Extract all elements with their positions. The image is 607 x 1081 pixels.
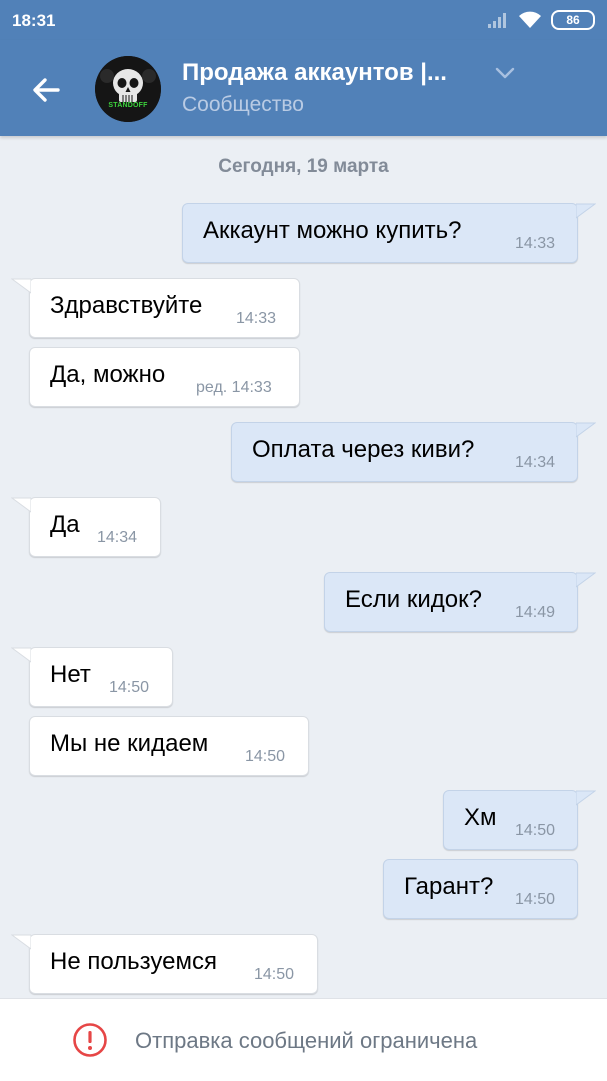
message-text: Гарант? bbox=[404, 873, 494, 900]
message-text: Нет bbox=[50, 661, 91, 688]
warning-icon bbox=[73, 1023, 107, 1057]
bubble-tail bbox=[11, 278, 31, 294]
message-incoming[interactable]: Да, можно ред. 14:33 bbox=[29, 347, 300, 407]
message-time: 14:50 bbox=[109, 679, 150, 696]
message-text: Аккаунт можно купить? bbox=[203, 217, 462, 244]
bubble-tail bbox=[576, 422, 596, 438]
message-text: Хм bbox=[464, 804, 497, 831]
bubble-tail bbox=[576, 790, 596, 806]
bubble-tail bbox=[11, 934, 31, 950]
date-separator: Сегодня, 19 марта bbox=[218, 156, 389, 177]
battery-icon: 86 bbox=[551, 10, 595, 30]
message-outgoing[interactable]: Оплата через киви? 14:34 bbox=[231, 422, 596, 482]
restriction-text: Отправка сообщений ограничена bbox=[135, 1028, 478, 1053]
chat-header: STANDOFF Продажа аккаунтов |... Сообщест… bbox=[0, 40, 607, 136]
message-time: ред. 14:33 bbox=[196, 379, 272, 396]
message-text: Мы не кидаем bbox=[50, 730, 209, 757]
bubble-tail bbox=[576, 203, 596, 219]
message-incoming[interactable]: Не пользуемся 14:50 bbox=[11, 934, 318, 994]
message-incoming[interactable]: Да 14:34 bbox=[11, 497, 161, 557]
message-incoming[interactable]: Нет 14:50 bbox=[11, 647, 173, 707]
community-avatar[interactable]: STANDOFF bbox=[95, 56, 161, 122]
chat-title[interactable]: Продажа аккаунтов |... bbox=[182, 59, 482, 87]
message-time: 14:50 bbox=[515, 891, 556, 908]
chat-subtitle: Сообщество bbox=[182, 93, 304, 116]
message-incoming[interactable]: Мы не кидаем 14:50 bbox=[29, 716, 309, 776]
message-time: 14:50 bbox=[515, 822, 556, 839]
bubble-tail bbox=[11, 497, 31, 513]
chevron-down-icon[interactable] bbox=[494, 66, 516, 80]
status-bar: 18:31 86 bbox=[0, 0, 607, 40]
message-text: Здравствуйте bbox=[50, 292, 203, 319]
message-outgoing[interactable]: Хм 14:50 bbox=[443, 790, 596, 850]
message-outgoing[interactable]: Гарант? 14:50 bbox=[383, 859, 578, 919]
composer-restricted-bar: Отправка сообщений ограничена bbox=[0, 998, 607, 1081]
message-outgoing[interactable]: Аккаунт можно купить? 14:33 bbox=[182, 203, 596, 263]
status-icons: 86 bbox=[487, 9, 595, 31]
signal-icon bbox=[488, 13, 506, 28]
message-text: Да, можно bbox=[50, 361, 166, 388]
message-text: Да bbox=[50, 511, 80, 538]
bubble-tail bbox=[576, 572, 596, 588]
message-time: 14:33 bbox=[236, 310, 277, 327]
message-text: Оплата через киви? bbox=[252, 436, 475, 463]
message-time: 14:49 bbox=[515, 604, 556, 621]
message-time: 14:34 bbox=[97, 529, 138, 546]
message-time: 14:34 bbox=[515, 454, 556, 471]
back-arrow-icon[interactable] bbox=[28, 72, 64, 108]
message-text: Если кидок? bbox=[345, 586, 482, 613]
status-time: 18:31 bbox=[12, 11, 56, 30]
battery-level: 86 bbox=[566, 13, 580, 27]
message-time: 14:50 bbox=[254, 966, 295, 983]
message-time: 14:33 bbox=[515, 235, 556, 252]
wifi-icon bbox=[519, 11, 541, 28]
skull-logo bbox=[95, 56, 161, 122]
message-text: Не пользуемся bbox=[50, 948, 217, 975]
message-time: 14:50 bbox=[245, 748, 286, 765]
avatar-label: STANDOFF bbox=[108, 102, 148, 109]
message-incoming[interactable]: Здравствуйте 14:33 bbox=[11, 278, 300, 338]
bubble-tail bbox=[11, 647, 31, 663]
message-outgoing[interactable]: Если кидок? 14:49 bbox=[324, 572, 596, 632]
